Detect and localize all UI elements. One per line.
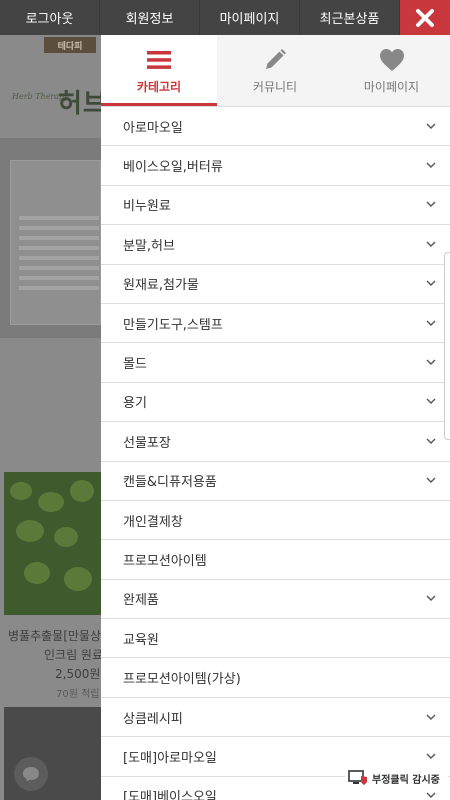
close-menu-button[interactable]: [400, 0, 450, 35]
menu-item-label: [도매]베이스오일: [123, 790, 217, 800]
chevron-down-icon: [426, 476, 436, 486]
pencil-icon: [266, 49, 286, 69]
menu-item[interactable]: 베이스오일,버터류: [101, 146, 450, 186]
menu-item[interactable]: 원재료,첨가물: [101, 265, 450, 304]
menu-item-label: 개인결제창: [123, 514, 183, 530]
mypage-link[interactable]: 마이페이지: [200, 0, 300, 35]
chevron-down-icon: [426, 594, 436, 604]
banner-notice-card: [10, 160, 101, 325]
chevron-down-icon: [426, 358, 436, 368]
menu-item[interactable]: 교육원: [101, 619, 450, 659]
menu-item-label: 프로모션아이템(가상): [123, 672, 241, 688]
menu-icon: [147, 51, 171, 69]
chevron-down-icon: [426, 436, 436, 446]
monitor-shield-icon: [348, 770, 367, 785]
side-menu-panel: 카테고리 커뮤니티 마이페이지 아로마오일베이스오일,버터류비누원료분말,허브원…: [101, 35, 450, 800]
menu-item[interactable]: 개인결제창: [101, 501, 450, 541]
background-page: 테다피 Herb Therapy 허브 병풀추출물[만물상 인크림 원료 2,5…: [0, 35, 101, 800]
scroll-indicator[interactable]: [444, 252, 450, 440]
menu-item-label: 캔들&디퓨저용품: [123, 475, 217, 491]
menu-item-label: 원재료,첨가물: [123, 278, 199, 294]
menu-item-label: 몰드: [123, 357, 147, 373]
menu-item[interactable]: 완제품: [101, 580, 450, 620]
category-menu: 아로마오일베이스오일,버터류비누원료분말,허브원재료,첨가물만들기도구,스템프몰…: [101, 106, 450, 800]
product-image[interactable]: [4, 472, 101, 615]
product-price: 2,500원: [55, 667, 101, 681]
menu-item[interactable]: 아로마오일: [101, 107, 450, 147]
top-bar: 로그아웃 회원정보 마이페이지 최근본상품: [0, 0, 450, 35]
chat-icon: [23, 767, 39, 782]
chevron-down-icon: [426, 712, 436, 722]
menu-item-label: 만들기도구,스템프: [123, 317, 223, 333]
menu-item-label: 베이스오일,버터류: [123, 160, 223, 176]
chevron-down-icon: [426, 279, 436, 289]
chevron-down-icon: [426, 791, 436, 800]
heart-icon: [379, 49, 404, 71]
close-icon: [416, 8, 434, 27]
chevron-down-icon: [426, 161, 436, 171]
chevron-down-icon: [426, 751, 436, 761]
menu-item[interactable]: 프로모션아이템(가상): [101, 658, 450, 698]
chat-button[interactable]: [14, 757, 48, 791]
chevron-down-icon: [426, 318, 436, 328]
product-point: 70원 적립: [56, 689, 100, 700]
menu-item[interactable]: 용기: [101, 383, 450, 423]
menu-item[interactable]: 분말,허브: [101, 225, 450, 265]
tab-category-label: 카테고리: [136, 80, 182, 94]
menu-item[interactable]: 캔들&디퓨저용품: [101, 462, 450, 501]
menu-item-label: 아로마오일: [123, 120, 183, 136]
fraud-monitor-badge: 부정클릭 감시중: [345, 767, 448, 789]
member-info-link[interactable]: 회원정보: [100, 0, 200, 35]
menu-item-label: 분말,허브: [123, 238, 175, 254]
product-name[interactable]: 병풀추출물[만물상 인크림 원료: [8, 627, 101, 665]
menu-item-label: 교육원: [123, 632, 159, 648]
tab-community-label: 커뮤니티: [252, 80, 298, 94]
menu-item[interactable]: 프로모션아이템: [101, 540, 450, 580]
fraud-monitor-label: 부정클릭 감시중: [372, 774, 440, 786]
chevron-down-icon: [426, 200, 436, 210]
site-logo: 테다피: [44, 37, 96, 53]
chevron-down-icon: [426, 239, 436, 249]
menu-item[interactable]: 몰드: [101, 343, 450, 383]
recent-products-link[interactable]: 최근본상품: [300, 0, 400, 35]
tab-mypage-label: 마이페이지: [363, 80, 420, 94]
menu-item-label: 용기: [123, 396, 147, 412]
menu-item[interactable]: 상큼레시피: [101, 698, 450, 738]
menu-item[interactable]: 만들기도구,스템프: [101, 304, 450, 344]
tab-community[interactable]: 커뮤니티: [217, 35, 333, 106]
tab-mypage[interactable]: 마이페이지: [333, 35, 450, 106]
chevron-down-icon: [426, 121, 436, 131]
menu-tabs: 카테고리 커뮤니티 마이페이지: [101, 35, 450, 106]
menu-item-label: [도매]아로마오일: [123, 750, 217, 766]
menu-item-label: 완제품: [123, 593, 159, 609]
menu-item-label: 프로모션아이템: [123, 553, 207, 569]
menu-item-label: 선물포장: [123, 435, 171, 451]
brand-title: 허브: [58, 89, 101, 119]
menu-item[interactable]: 비누원료: [101, 186, 450, 226]
chevron-down-icon: [426, 397, 436, 407]
menu-item-label: 상큼레시피: [123, 711, 183, 727]
menu-item-label: 비누원료: [123, 199, 171, 215]
logout-link[interactable]: 로그아웃: [0, 0, 100, 35]
tab-category[interactable]: 카테고리: [101, 35, 217, 106]
menu-item[interactable]: 선물포장: [101, 422, 450, 462]
